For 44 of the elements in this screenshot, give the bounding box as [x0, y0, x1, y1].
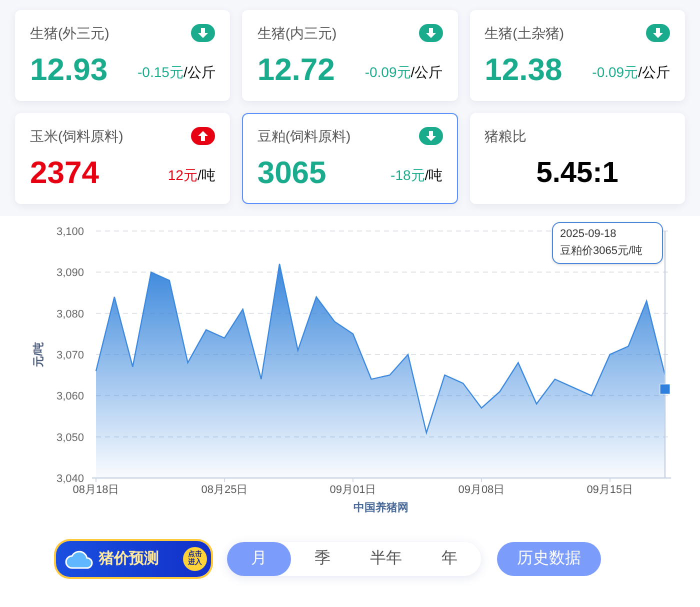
y-tick-label: 3,050 [56, 432, 84, 444]
price-change: -0.09元/公斤 [364, 63, 443, 82]
card-title: 豆粕(饲料原料) [257, 126, 351, 146]
card-title: 生猪(内三元) [257, 24, 337, 43]
tooltip-date: 2025-09-18 [560, 227, 618, 242]
y-tick-label: 3,080 [56, 308, 84, 320]
x-tick-label: 09月08日 [458, 484, 505, 496]
x-tick-label: 09月15日 [586, 484, 634, 496]
price-card[interactable]: 猪粮比 5.45:1 [470, 113, 685, 204]
price-value: 12.93 [30, 51, 108, 89]
price-change: -18元/吨 [390, 166, 443, 185]
price-value: 2374 [30, 154, 99, 192]
x-tick-label: 09月01日 [330, 484, 376, 496]
price-card[interactable]: 生猪(内三元) 12.72 -0.09元/公斤 [242, 10, 458, 101]
price-value: 3065 [257, 154, 326, 192]
card-title: 猪粮比 [484, 126, 527, 146]
price-value: 12.38 [484, 51, 562, 89]
card-title: 生猪(外三元) [30, 24, 110, 43]
price-change: -0.09元/公斤 [592, 63, 670, 82]
x-axis-title: 中国养猪网 [354, 502, 408, 514]
period-tab[interactable]: 年 [418, 542, 481, 576]
y-tick-label: 3,070 [56, 350, 84, 362]
period-tab[interactable]: 季 [290, 542, 354, 576]
price-card[interactable]: 生猪(外三元) 12.93 -0.15元/公斤 [15, 10, 230, 101]
ratio-value: 5.45:1 [536, 156, 618, 191]
price-card[interactable]: 生猪(土杂猪) 12.38 -0.09元/公斤 [470, 10, 685, 101]
price-value: 12.72 [257, 51, 335, 89]
y-tick-label: 3,040 [56, 473, 84, 485]
data-point-marker[interactable] [660, 384, 670, 394]
x-tick-label: 08月18日 [72, 484, 120, 496]
y-axis-title: 元/吨 [33, 342, 45, 368]
y-tick-label: 3,100 [56, 226, 84, 238]
y-tick-label: 3,090 [56, 267, 84, 280]
price-card[interactable]: 豆粕(饲料原料) 3065 -18元/吨 [242, 113, 458, 204]
price-change: 12元/吨 [168, 166, 216, 185]
price-change: -0.15元/公斤 [138, 63, 216, 82]
y-tick-label: 3,060 [56, 390, 84, 403]
x-tick-label: 08月25日 [201, 484, 248, 496]
period-tab[interactable]: 半年 [354, 542, 418, 576]
card-title: 生猪(土杂猪) [484, 24, 564, 43]
cloud-icon [64, 548, 94, 570]
card-title: 玉米(饲料原料) [30, 126, 124, 146]
price-card[interactable]: 玉米(饲料原料) 2374 12元/吨 [15, 113, 230, 204]
tooltip-text: 豆粕价3065元/吨 [560, 244, 644, 259]
